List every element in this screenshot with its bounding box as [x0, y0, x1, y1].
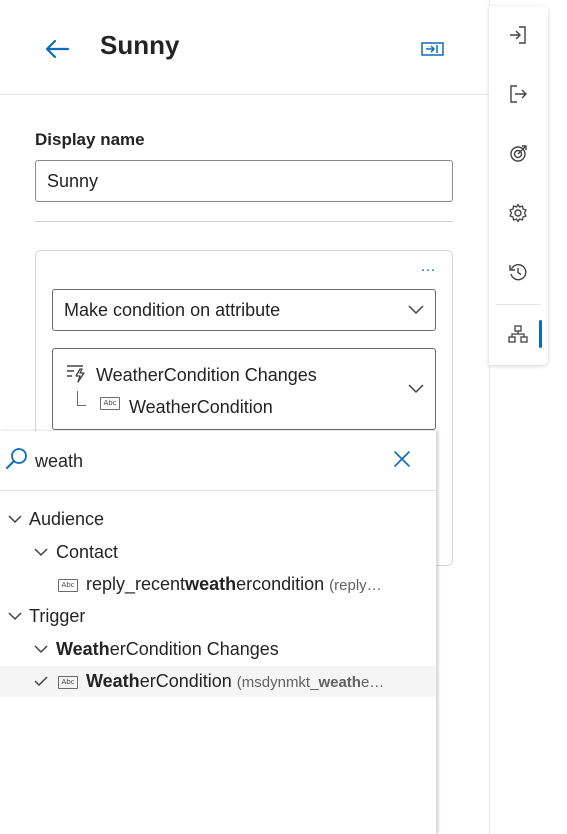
- goal-button[interactable]: [503, 138, 533, 168]
- close-icon: [394, 451, 410, 467]
- tree-item-recent-weather-condition[interactable]: Abc reply_recentweathercondition (reply…: [0, 569, 436, 600]
- chevron-down-icon: [408, 384, 424, 394]
- tree-item-label: WeatherCondition (msdynmkt_weathe…: [86, 671, 385, 691]
- history-icon: [509, 264, 527, 281]
- tree-item-contact[interactable]: Contact: [0, 537, 436, 568]
- sign-in-button[interactable]: [503, 20, 533, 50]
- tree-item-label: reply_recentweathercondition (reply…: [86, 574, 382, 594]
- chevron-down-icon: [34, 645, 48, 654]
- checkmark-icon: [34, 676, 48, 687]
- chevron-down-icon: [8, 612, 22, 621]
- rail-divider: [496, 304, 541, 305]
- settings-button[interactable]: [503, 198, 533, 228]
- search-icon: [6, 448, 27, 469]
- display-name-input[interactable]: [35, 160, 453, 202]
- attribute-search-popup: Audience Contact Abc reply_recentweather…: [0, 431, 437, 834]
- text-field-icon: Abc: [58, 676, 78, 689]
- arrow-left-icon: [45, 39, 70, 59]
- back-button[interactable]: [40, 34, 74, 64]
- search-bar: [0, 431, 436, 491]
- side-rail: [489, 6, 548, 365]
- settings-icon: [509, 203, 527, 223]
- page-title: Sunny: [100, 30, 180, 60]
- condition-type-dropdown[interactable]: Make condition on attribute: [52, 289, 436, 331]
- history-button[interactable]: [503, 257, 533, 287]
- tree-item-label: WeatherCondition Changes: [56, 639, 279, 659]
- tree-item-label: Trigger: [29, 606, 86, 626]
- display-name-label: Display name: [35, 130, 145, 149]
- attribute-selector[interactable]: WeatherCondition Changes Abc WeatherCond…: [52, 348, 436, 430]
- chevron-down-icon: [34, 548, 48, 557]
- clear-search-button[interactable]: [390, 447, 414, 471]
- divider: [35, 221, 453, 222]
- chevron-down-icon: [408, 305, 424, 315]
- trigger-name: WeatherCondition Changes: [96, 365, 317, 385]
- condition-type-value: Make condition on attribute: [64, 300, 281, 320]
- tree-item-weather-condition[interactable]: Abc WeatherCondition (msdynmkt_weathe…: [0, 666, 436, 697]
- more-options-button[interactable]: …: [420, 258, 437, 276]
- chevron-down-icon: [8, 515, 22, 524]
- panel-header: Sunny: [0, 0, 489, 95]
- sign-out-button[interactable]: [503, 79, 533, 109]
- tree-item-audience[interactable]: Audience: [0, 504, 436, 535]
- tree-connector: [77, 391, 86, 406]
- properties-panel: Sunny Display name … Make condition on a…: [0, 0, 490, 834]
- text-field-icon: Abc: [100, 397, 120, 410]
- hierarchy-button[interactable]: [503, 319, 533, 349]
- tree-item-trigger[interactable]: Trigger: [0, 601, 436, 632]
- tree-item-label: Audience: [29, 509, 105, 529]
- active-indicator: [539, 320, 542, 348]
- goal-icon: [510, 145, 527, 162]
- search-input[interactable]: [35, 447, 335, 475]
- collapse-panel-button[interactable]: [418, 36, 448, 62]
- hierarchy-icon: [508, 325, 528, 343]
- attribute-name: WeatherCondition: [129, 397, 273, 417]
- tree-item-label: Contact: [56, 542, 119, 562]
- panel-collapse-icon: [421, 42, 444, 56]
- sign-in-icon: [510, 26, 526, 44]
- trigger-icon: [67, 365, 85, 383]
- tree-item-weather-condition-changes[interactable]: WeatherCondition Changes: [0, 634, 436, 665]
- text-field-icon: Abc: [58, 579, 78, 592]
- sign-out-icon: [510, 85, 527, 103]
